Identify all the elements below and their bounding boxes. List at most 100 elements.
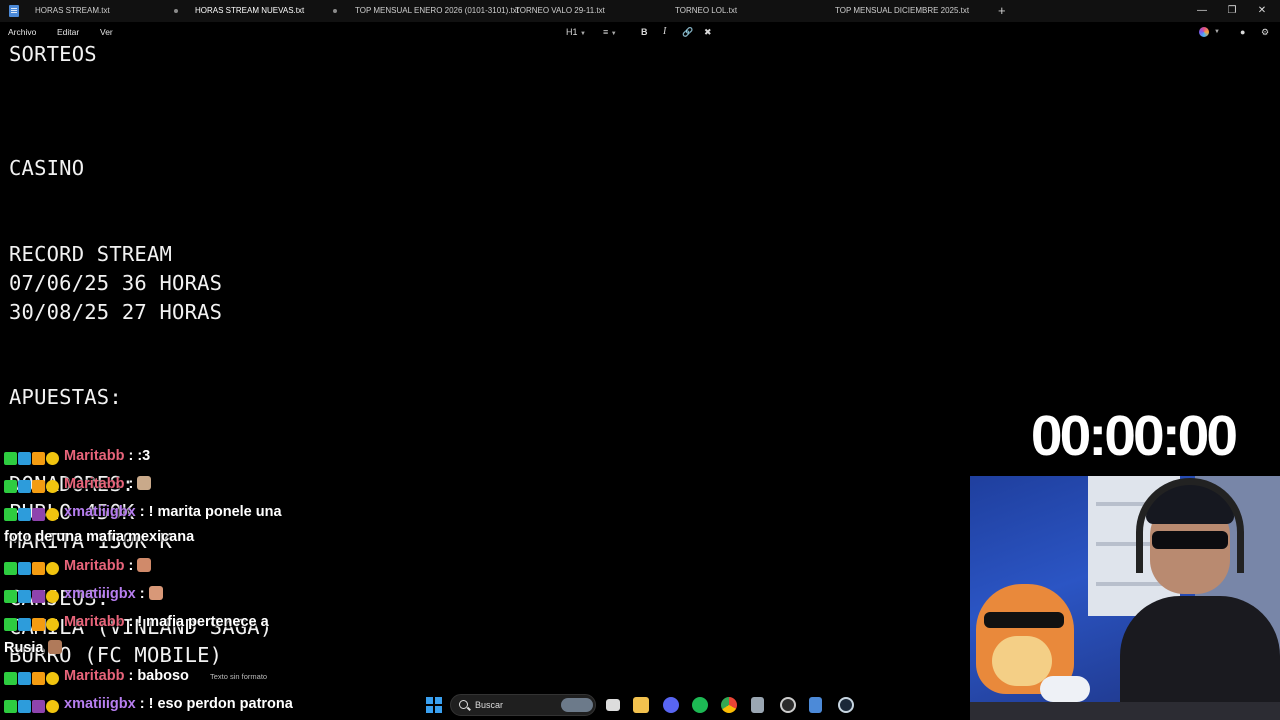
chat-message: Maritabb : — [4, 476, 152, 494]
subscriber-badge-icon — [18, 699, 31, 713]
chat-emote-icon — [137, 558, 152, 572]
task-view-icon[interactable] — [606, 699, 620, 711]
kick-badge-icon — [4, 699, 17, 713]
tab-torneo-valo[interactable]: TORNEO VALO 29-11.txt — [515, 0, 605, 22]
chrome-icon[interactable] — [721, 697, 737, 713]
taskbar: Buscar — [420, 690, 860, 720]
emoji-badge-icon — [46, 451, 59, 465]
chat-text: ! mafia pertenece a — [137, 614, 269, 630]
chat-badges — [4, 560, 60, 576]
chat-username: Maritabb — [64, 558, 125, 574]
chat-separator: : — [124, 448, 138, 464]
emoji-badge-icon — [46, 479, 59, 493]
chat-message: Maritabb : :3 — [4, 448, 150, 466]
emoji-badge-icon — [46, 699, 59, 713]
list-icon: ≡ — [603, 27, 609, 37]
obs-icon[interactable] — [780, 697, 796, 713]
subscriber-badge-icon — [18, 617, 31, 631]
webcam-mouse — [1040, 676, 1090, 702]
taskbar-search-placeholder: Buscar — [475, 700, 504, 710]
chat-badges — [4, 506, 60, 522]
menu-view[interactable]: Ver — [100, 22, 113, 42]
chat-message: xmatiiigbx : ! marita ponele una — [4, 504, 282, 522]
chat-separator: : — [135, 696, 149, 712]
chat-emote-icon — [47, 640, 62, 654]
link-icon[interactable]: 🔗 — [682, 22, 693, 42]
emoji-badge-icon — [46, 617, 59, 631]
chat-username: Maritabb — [64, 668, 125, 684]
chat-text: Rusia — [4, 640, 44, 656]
clear-format-icon[interactable]: ✖ — [704, 22, 712, 42]
gift-badge-icon — [32, 589, 45, 603]
discord-icon[interactable] — [663, 697, 679, 713]
kick-badge-icon — [4, 671, 17, 685]
gift-badge-icon — [32, 617, 45, 631]
list-dropdown[interactable]: ≡ ▼ — [603, 22, 617, 42]
menu-edit[interactable]: Editar — [57, 22, 79, 42]
gear-icon[interactable]: ⚙ — [1261, 22, 1269, 42]
chat-text: baboso — [137, 668, 189, 684]
tab-horas-stream[interactable]: HORAS STREAM.txt — [35, 0, 110, 22]
notepad-icon[interactable] — [809, 697, 822, 713]
windows-start-icon[interactable] — [426, 697, 442, 713]
chat-badges — [4, 698, 60, 714]
bold-button[interactable]: B — [641, 22, 648, 42]
new-tab-button[interactable]: + — [998, 0, 1006, 21]
doc-line: 07/06/25 36 HORAS — [9, 271, 223, 295]
spotify-icon[interactable] — [692, 697, 708, 713]
kick-badge-icon — [4, 451, 17, 465]
chat-separator: : — [135, 504, 149, 520]
chat-message: Maritabb : — [4, 558, 152, 576]
menu-file[interactable]: Archivo — [8, 22, 36, 42]
tab-horas-stream-nuevas[interactable]: HORAS STREAM NUEVAS.txt — [195, 0, 304, 22]
chat-text: :3 — [137, 448, 151, 464]
gift-badge-icon — [32, 451, 45, 465]
doc-line: 30/08/25 27 HORAS — [9, 300, 223, 324]
minimize-button[interactable]: — — [1194, 0, 1210, 22]
webcam-plush-belly — [992, 636, 1052, 686]
maximize-button[interactable]: ❐ — [1224, 0, 1240, 22]
webcam-plush-glasses — [984, 612, 1064, 628]
chat-message-continuation: Rusia — [4, 640, 62, 656]
heading-dropdown[interactable]: H1 ▼ — [566, 22, 586, 42]
calculator-icon[interactable] — [751, 697, 764, 713]
chat-separator: : — [135, 586, 149, 602]
kick-badge-icon — [4, 479, 17, 493]
chat-badges — [4, 616, 60, 632]
chat-badges — [4, 588, 60, 604]
chat-text: ! eso perdon patrona — [148, 696, 293, 712]
search-icon — [459, 700, 468, 709]
subscriber-badge-icon — [18, 451, 31, 465]
steam-icon[interactable] — [838, 697, 854, 713]
heading-label: H1 — [566, 27, 578, 37]
chat-separator: : — [124, 668, 138, 684]
kick-badge-icon — [4, 589, 17, 603]
doc-line: SORTEOS — [9, 42, 97, 66]
chevron-down-icon: ▼ — [1214, 29, 1220, 35]
account-icon[interactable]: ● — [1240, 22, 1245, 42]
doc-line: RECORD STREAM — [9, 242, 173, 266]
italic-button[interactable]: I — [663, 22, 666, 42]
unsaved-dot-icon — [333, 9, 337, 13]
doc-line: APUESTAS: — [9, 385, 122, 409]
chat-badges — [4, 670, 60, 686]
chat-message-continuation: foto de una mafia mexicana — [4, 529, 195, 545]
stream-timer: 00:00:00 — [1030, 404, 1238, 468]
tab-top-mensual-enero[interactable]: TOP MENSUAL ENERO 2026 (0101-3101).txt — [355, 0, 519, 22]
file-explorer-icon[interactable] — [633, 697, 649, 713]
close-button[interactable]: ✕ — [1254, 0, 1270, 22]
kick-badge-icon — [4, 561, 17, 575]
copilot-icon[interactable] — [1199, 27, 1209, 37]
unsaved-dot-icon — [174, 9, 178, 13]
tab-top-mensual-diciembre[interactable]: TOP MENSUAL DICIEMBRE 2025.txt — [835, 0, 969, 22]
notepad-app-icon — [9, 5, 19, 17]
chat-username: Maritabb — [64, 448, 125, 464]
emoji-badge-icon — [46, 671, 59, 685]
tab-torneo-lol[interactable]: TORNEO LOL.txt — [675, 0, 737, 22]
gift-badge-icon — [32, 699, 45, 713]
taskbar-search[interactable]: Buscar — [450, 694, 596, 716]
emoji-badge-icon — [46, 507, 59, 521]
chat-badges — [4, 478, 60, 494]
subscriber-badge-icon — [18, 671, 31, 685]
chat-message: Maritabb : baboso — [4, 668, 189, 686]
